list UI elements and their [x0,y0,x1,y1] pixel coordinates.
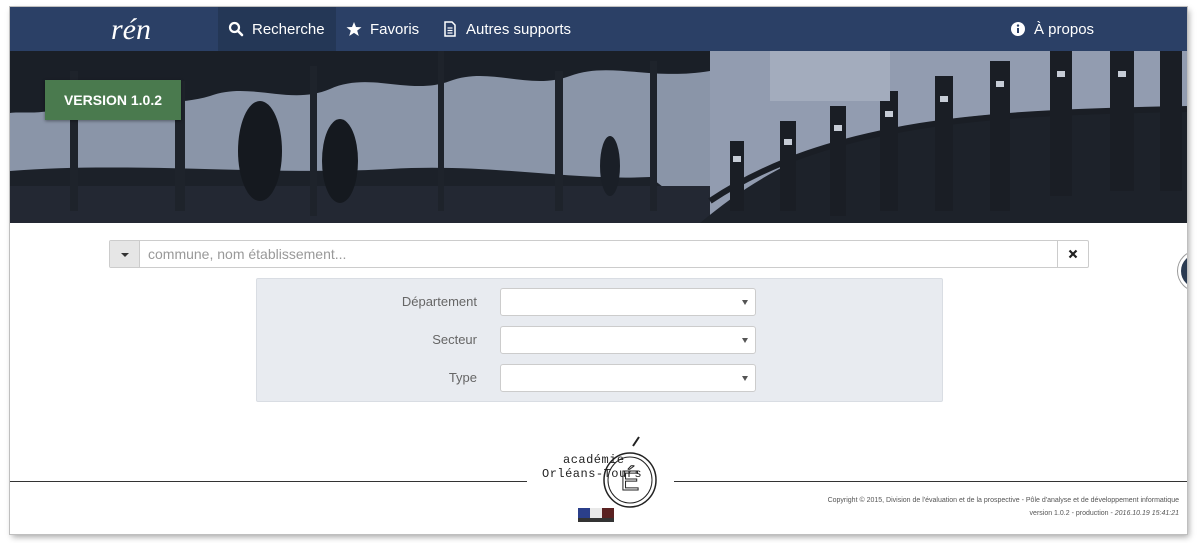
filters-panel: Département Secteur Type [256,278,943,402]
nav-recherche[interactable]: Recherche [218,7,336,51]
filter-row-secteur: Secteur [257,326,944,354]
secteur-select[interactable] [500,326,756,354]
departement-select[interactable] [500,288,756,316]
search-icon [228,21,244,37]
banner-image [10,51,1187,223]
academie-logo-line2: Orléans-Tours [542,467,643,481]
nav-autres-supports[interactable]: Autres supports [432,7,582,51]
caret-down-icon [742,338,748,343]
info-icon [1010,21,1026,37]
navbar: rén Recherche Favoris Autres supports À … [10,7,1187,51]
version-info-prefix: version 1.0.2 - production - [1029,510,1115,517]
footer-divider-right [674,481,1187,482]
nav-autres-supports-label: Autres supports [466,20,572,38]
nav-recherche-label: Recherche [252,20,325,38]
caret-down-icon [120,245,130,263]
app-window: rén Recherche Favoris Autres supports À … [10,7,1187,534]
hero-banner: VERSION 1.0.2 [10,51,1187,223]
version-info: version 1.0.2 - production - 2016.10.19 … [1030,510,1179,517]
caret-down-icon [742,376,748,381]
academie-logo: É [538,432,668,532]
star-icon [346,21,362,37]
side-panel-toggle[interactable] [1178,251,1187,291]
caret-down-icon [742,300,748,305]
filter-label-secteur: Secteur [432,332,477,347]
search-options-toggle[interactable] [110,241,140,267]
nav-favoris-label: Favoris [370,20,420,38]
version-badge: VERSION 1.0.2 [45,80,181,120]
nav-favoris[interactable]: Favoris [336,7,432,51]
filter-row-departement: Département [257,288,944,316]
document-icon [442,21,458,37]
footer-divider-left [10,481,527,482]
brand-logo[interactable]: rén [105,11,165,47]
filter-label-departement: Département [401,294,477,309]
nav-a-propos-label: À propos [1034,20,1095,38]
version-timestamp: 2016.10.19 15:41:21 [1114,510,1179,517]
svg-text:rén: rén [111,13,151,46]
copyright-text: Copyright © 2015, Division de l'évaluati… [827,497,1179,504]
academie-logo-line1: académie [563,453,625,467]
search-clear-button[interactable] [1057,241,1088,267]
filter-row-type: Type [257,364,944,392]
filter-label-type: Type [448,370,477,385]
type-select[interactable] [500,364,756,392]
search-input[interactable] [148,241,1028,267]
nav-a-propos[interactable]: À propos [1000,7,1110,51]
search-bar [109,240,1089,268]
close-icon [1068,247,1078,262]
